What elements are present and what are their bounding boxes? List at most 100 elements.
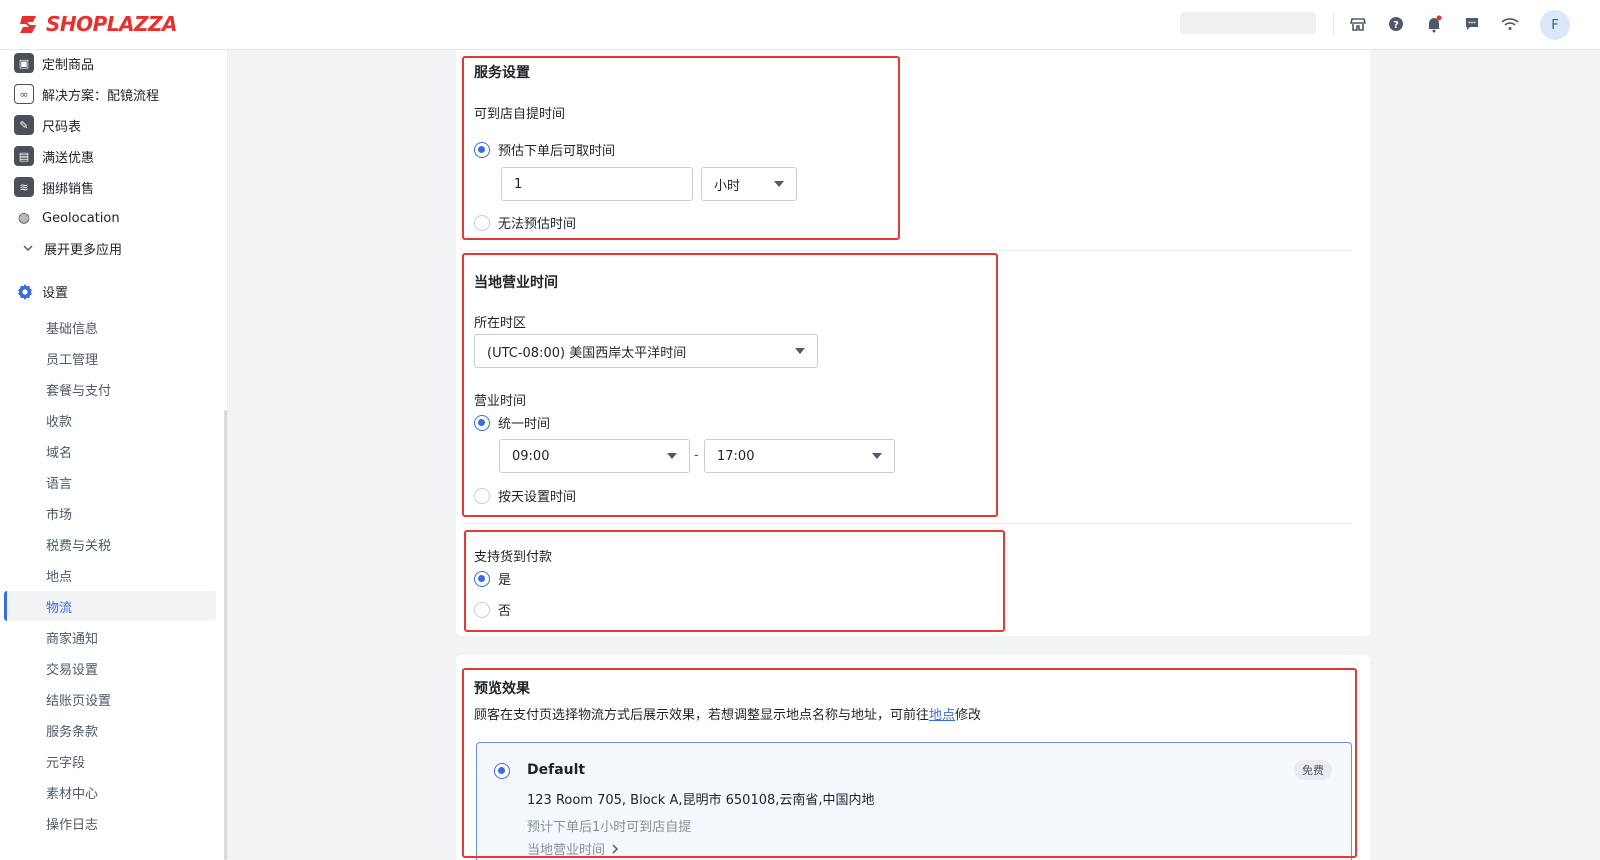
bell-icon[interactable] (1424, 14, 1444, 34)
preview-description-suffix: 修改 (955, 708, 982, 723)
radio-by-day[interactable]: 按天设置时间 (474, 486, 576, 505)
preview-pickup-note: 预计下单后1小时可到店自提 (527, 820, 692, 835)
logo-mark-icon (20, 16, 36, 33)
radio-label: 统一时间 (498, 417, 551, 432)
svg-text:?: ? (1393, 20, 1399, 31)
chevron-right-icon (612, 843, 619, 854)
sidebar-item-domain[interactable]: 域名 (4, 436, 216, 466)
radio-label: 是 (498, 573, 512, 588)
radio-no-estimate[interactable]: 无法预估时间 (474, 213, 576, 232)
radio-button[interactable] (474, 570, 490, 587)
sidebar-app-label: 解决方案：配镜流程 (42, 88, 160, 104)
sidebar-item-market[interactable]: 市场 (4, 498, 216, 528)
sidebar-app-geolocation[interactable]: ◍ Geolocation (14, 207, 120, 229)
start-time-value: 09:00 (512, 448, 550, 464)
preview-address: 123 Room 705, Block A,昆明市 650108,云南省,中国内… (527, 793, 875, 808)
ruler-icon: ✎ (14, 115, 34, 135)
cod-label: 支持货到付款 (474, 550, 553, 565)
settings-label: 设置 (42, 286, 69, 301)
radio-button[interactable] (474, 141, 490, 158)
end-time-select[interactable]: 17:00 (704, 439, 895, 473)
radio-label: 无法预估时间 (498, 217, 577, 232)
sidebar-app-label: 捆绑销售 (42, 181, 95, 197)
avatar[interactable]: F (1540, 10, 1570, 40)
sidebar-item-locations[interactable]: 地点 (4, 560, 216, 590)
service-settings-title: 服务设置 (474, 65, 530, 81)
timezone-label: 所在时区 (474, 316, 527, 331)
sidebar-item-tax[interactable]: 税费与关税 (4, 529, 216, 559)
sidebar-item-plan-payment[interactable]: 套餐与支付 (4, 374, 216, 404)
radio-cod-no[interactable]: 否 (474, 600, 511, 619)
divider (462, 250, 1352, 251)
radio-preview-default[interactable] (494, 763, 510, 779)
sidebar-app-label: 定制商品 (42, 57, 95, 73)
sidebar-item-logs[interactable]: 操作日志 (4, 808, 216, 838)
topbar-divider (1333, 12, 1334, 36)
estimate-unit-select[interactable]: 小时 (701, 167, 797, 201)
preview-hours-link-label: 当地营业时间 (527, 843, 606, 858)
message-icon[interactable] (1462, 14, 1482, 34)
radio-estimate-time[interactable]: 预估下单后可取时间 (474, 140, 615, 159)
estimate-unit-value: 小时 (714, 178, 741, 194)
sidebar-item-staff[interactable]: 员工管理 (4, 343, 216, 373)
bundle-icon: ≋ (14, 177, 34, 197)
sidebar-app-gift[interactable]: ▤ 满送优惠 (14, 145, 94, 167)
globe-icon: ◍ (14, 208, 34, 228)
store-name-blurred[interactable] (1180, 12, 1316, 34)
radio-button[interactable] (494, 763, 510, 779)
sidebar-app-label: 尺码表 (42, 119, 82, 135)
sidebar-item-shipping[interactable]: 物流 (4, 591, 216, 621)
caret-down-icon (795, 348, 805, 354)
sidebar-item-assets[interactable]: 素材中心 (4, 777, 216, 807)
estimate-value-input[interactable]: 1 (501, 167, 693, 201)
sidebar-settings[interactable]: 设置 (16, 282, 68, 301)
sidebar-app-size-chart[interactable]: ✎ 尺码表 (14, 114, 81, 136)
glasses-icon: ∞ (14, 84, 34, 104)
sidebar-item-checkout[interactable]: 结账页设置 (4, 684, 216, 714)
radio-label: 按天设置时间 (498, 490, 577, 505)
radio-cod-yes[interactable]: 是 (474, 569, 511, 588)
shoplazza-logo[interactable]: SHOPLAZZA (18, 12, 178, 36)
business-hours-label: 营业时间 (474, 394, 527, 409)
sidebar: ▣ 定制商品 ∞ 解决方案：配镜流程 ✎ 尺码表 ▤ 满送优惠 ≋ 捆绑销售 ◍… (0, 50, 228, 860)
timezone-select[interactable]: (UTC-08:00) 美国西岸太平洋时间 (474, 334, 818, 368)
preview-hours-link[interactable]: 当地营业时间 (527, 839, 619, 858)
start-time-select[interactable]: 09:00 (499, 439, 690, 473)
sidebar-app-glasses[interactable]: ∞ 解决方案：配镜流程 (14, 83, 159, 105)
preview-description: 顾客在支付页选择物流方式后展示效果，若想调整显示地点名称与地址，可前往地点修改 (474, 704, 981, 723)
sidebar-scrollbar[interactable] (224, 410, 227, 860)
sidebar-item-language[interactable]: 语言 (4, 467, 216, 497)
sidebar-item-transactions[interactable]: 交易设置 (4, 653, 216, 683)
time-separator: - (694, 448, 699, 463)
radio-uniform-time[interactable]: 统一时间 (474, 413, 550, 432)
caret-down-icon (872, 453, 882, 459)
chevron-down-icon (23, 245, 33, 252)
top-bar: SHOPLAZZA ? F (0, 0, 1600, 50)
sidebar-item-notifications[interactable]: 商家通知 (4, 622, 216, 652)
custom-product-icon: ▣ (14, 53, 34, 73)
sidebar-app-label: 满送优惠 (42, 150, 95, 166)
expand-more-apps-label: 展开更多应用 (44, 242, 123, 258)
help-icon[interactable]: ? (1386, 14, 1406, 34)
radio-label: 预估下单后可取时间 (498, 144, 616, 159)
logo-text: SHOPLAZZA (46, 12, 178, 36)
radio-button[interactable] (474, 414, 490, 431)
sidebar-item-basic-info[interactable]: 基础信息 (4, 312, 216, 342)
sidebar-app-bundle[interactable]: ≋ 捆绑销售 (14, 176, 94, 198)
wifi-icon[interactable] (1500, 14, 1520, 34)
sidebar-item-collection[interactable]: 收款 (4, 405, 216, 435)
sidebar-item-metafields[interactable]: 元字段 (4, 746, 216, 776)
preview-title: 预览效果 (474, 681, 530, 697)
radio-button[interactable] (474, 214, 490, 231)
store-icon[interactable] (1348, 14, 1368, 34)
gift-icon: ▤ (14, 146, 34, 166)
expand-more-apps[interactable]: 展开更多应用 (22, 237, 122, 259)
sidebar-item-terms[interactable]: 服务条款 (4, 715, 216, 745)
pickup-time-label: 可到店自提时间 (474, 107, 566, 122)
free-badge: 免费 (1294, 760, 1332, 780)
timezone-value: (UTC-08:00) 美国西岸太平洋时间 (487, 345, 687, 361)
radio-button[interactable] (474, 487, 490, 504)
radio-button[interactable] (474, 601, 490, 618)
sidebar-app-custom-product[interactable]: ▣ 定制商品 (14, 52, 94, 74)
locations-link[interactable]: 地点 (929, 708, 955, 723)
